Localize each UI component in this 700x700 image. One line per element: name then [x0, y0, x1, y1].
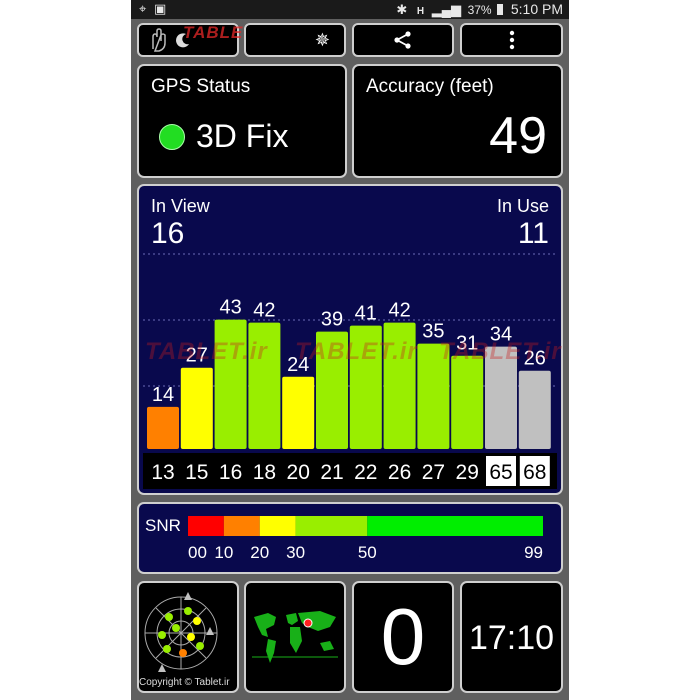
prn-label: 21	[320, 461, 343, 484]
sky-view-icon	[144, 592, 218, 672]
fix-indicator-icon	[159, 124, 185, 150]
prn-label: 18	[253, 461, 276, 484]
share-icon	[394, 31, 411, 49]
snr-scale-segment	[223, 516, 260, 536]
status-bar: ⌖ ▣ ✱ H ▂▄▆ 37% 5:10 PM	[131, 0, 569, 19]
snr-bar	[518, 370, 551, 449]
snr-scale-segment	[188, 516, 224, 536]
gallery-icon: ▣	[153, 1, 167, 16]
snr-tick-label: 30	[286, 543, 305, 562]
snr-bar	[451, 355, 484, 449]
clock-value: 17:10	[468, 619, 555, 657]
clock-tile[interactable]: 17:10	[460, 581, 563, 693]
gps-status-title: GPS Status	[151, 76, 251, 97]
prn-label: 65	[489, 461, 512, 484]
signal-icon: ▂▄▆	[431, 2, 461, 17]
sun-icon: ✵	[314, 29, 330, 50]
sky-view-tile[interactable]: Copyright © Tablet.ir	[137, 581, 239, 693]
location-icon: ⌖	[139, 1, 147, 16]
prn-label: 13	[151, 461, 174, 484]
snr-bar-value: 14	[152, 384, 174, 406]
accuracy-value: 49	[489, 107, 547, 165]
snr-tick-label: 50	[358, 543, 377, 562]
bluetooth-icon: ✱	[396, 2, 408, 17]
snr-bar-value: 42	[388, 300, 410, 322]
overflow-menu-button[interactable]	[460, 23, 563, 57]
snr-legend-panel: SNR 00 10 20 30 50 99	[137, 502, 563, 574]
prn-label: 68	[523, 461, 546, 484]
snr-bar-value: 42	[253, 300, 275, 322]
gesture-sleep-button[interactable]: TABLET.ir	[137, 23, 272, 57]
network-type: H	[416, 6, 425, 17]
snr-bar	[180, 367, 213, 449]
world-map-icon	[252, 611, 338, 663]
snr-bar-value: 41	[355, 303, 377, 325]
snr-tick-label: 00	[188, 543, 207, 562]
copyright-text: Copyright © Tablet.ir	[139, 677, 230, 688]
snr-legend-scale: SNR 00 10 20 30 50 99	[145, 516, 543, 562]
counter-value: 0	[380, 592, 426, 681]
phone-screen: ⌖ ▣ ✱ H ▂▄▆ 37% 5:10 PM TABLET.ir ✵ GPS …	[131, 0, 569, 700]
watermark-chart-mid: TABLET.ir	[295, 338, 418, 365]
fix-status-value: 3D Fix	[196, 118, 289, 154]
watermark-chart-right: TABLET.ir	[439, 338, 562, 365]
gps-status-panel[interactable]: GPS Status 3D Fix	[137, 64, 347, 178]
snr-bar-value: 43	[219, 297, 241, 319]
counter-tile[interactable]: 0	[352, 581, 454, 693]
snr-bar	[147, 406, 179, 449]
accuracy-title: Accuracy (feet)	[366, 76, 494, 97]
prn-label: 29	[456, 461, 479, 484]
snr-scale-segment	[367, 516, 543, 536]
status-icons-right: ✱ H ▂▄▆ 37% 5:10 PM	[396, 1, 563, 18]
status-icons-left: ⌖ ▣	[139, 1, 166, 17]
prn-label: 22	[354, 461, 377, 484]
satellite-signal-panel[interactable]: In View 16 In Use 11 14 13 27 15 43 16 42 18 24 2…	[137, 184, 563, 495]
snr-bar-value: 39	[321, 309, 343, 331]
snr-label: SNR	[145, 516, 181, 535]
watermark-chart-left: TABLET.ir	[145, 338, 268, 365]
status-time: 5:10 PM	[510, 1, 563, 17]
snr-scale-segment	[295, 516, 368, 536]
hand-swipe-icon	[152, 28, 166, 52]
accuracy-panel[interactable]: Accuracy (feet) 49	[352, 64, 563, 178]
prn-label: 15	[185, 461, 208, 484]
more-vert-icon	[509, 30, 514, 50]
snr-tick-label: 20	[250, 543, 269, 562]
prn-label: 20	[287, 461, 310, 484]
battery-percent: 37%	[467, 3, 492, 17]
snr-tick-label: 99	[524, 543, 543, 562]
snr-bar	[282, 376, 315, 449]
prn-label: 27	[422, 461, 445, 484]
snr-scale-segment	[259, 516, 296, 536]
prn-label: 16	[219, 461, 242, 484]
snr-tick-label: 10	[214, 543, 233, 562]
prn-label: 26	[388, 461, 411, 484]
battery-icon	[497, 4, 504, 15]
world-map-tile[interactable]	[244, 581, 346, 693]
sun-mode-button[interactable]: ✵	[244, 23, 346, 57]
share-button[interactable]	[352, 23, 454, 57]
